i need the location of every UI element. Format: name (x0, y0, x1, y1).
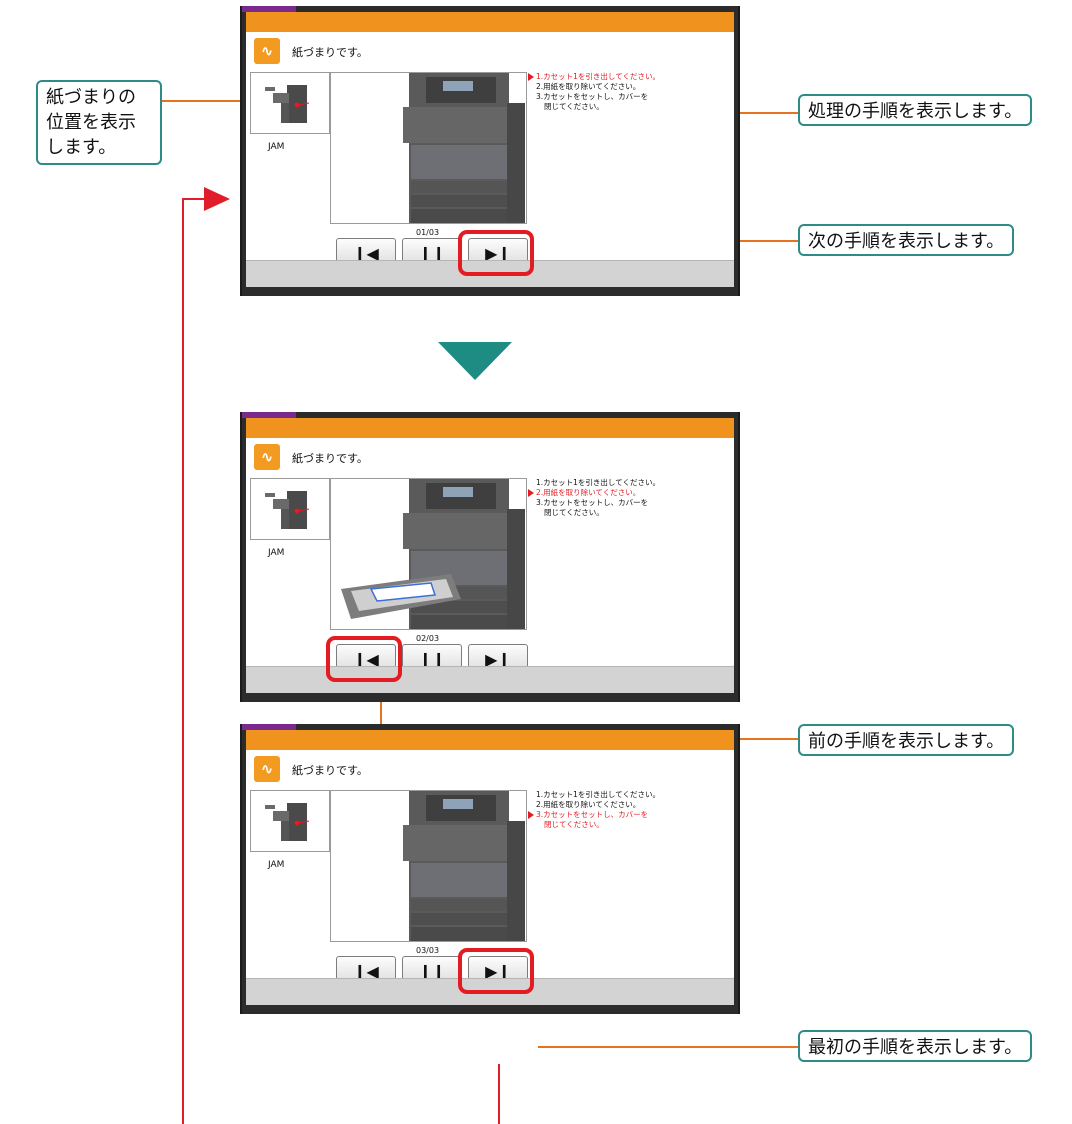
procedure-steps: 1.カセット1を引き出してください。 2.用紙を取り除いてください。 3.カセットを… (536, 478, 660, 518)
step-line: 2.用紙を取り除いてください。 (536, 488, 641, 497)
current-step-marker (528, 489, 534, 497)
jam-label: JAM (268, 548, 285, 558)
leader-first-step (538, 1046, 798, 1048)
copier-illustration (341, 479, 525, 629)
highlight-next-button (458, 948, 534, 994)
jam-location-thumbnail (265, 491, 310, 529)
loop-arrow-horizontal (182, 198, 206, 200)
jam-location-thumb[interactable] (250, 790, 330, 852)
step-line: 2.用紙を取り除いてください。 (536, 82, 641, 91)
copier-illustration (403, 791, 525, 941)
current-step-marker (528, 811, 534, 819)
callout-jam-location: 紙づまりの位置を表示します。 (36, 80, 162, 165)
screen-title: 紙づまりです。 (292, 46, 368, 59)
step-line: 1.カセット1を引き出してください。 (536, 478, 660, 487)
procedure-image (330, 790, 527, 942)
jam-label: JAM (268, 142, 285, 152)
callout-next-step: 次の手順を表示します。 (798, 224, 1015, 256)
bottom-bar (246, 666, 734, 693)
device-panel-2: ∿ 紙づまりです。 JAM 1.カセット1を引き出してください。 2.用紙を取り除… (240, 412, 740, 702)
leader-next-to-loop (498, 1064, 500, 1124)
step-line: 2.用紙を取り除いてください。 (536, 800, 641, 809)
screen: ∿ 紙づまりです。 JAM 1.カセット1を引き出してください。 2.用紙を取り除… (246, 438, 734, 674)
step-line: 3.カセットをセットし、カバーを (536, 498, 649, 507)
callout-first-step: 最初の手順を表示します。 (798, 1030, 1033, 1062)
step-line: 閉じてください。 (544, 820, 604, 829)
step-line: 1.カセット1を引き出してください。 (536, 790, 660, 799)
jam-location-thumbnail (265, 85, 310, 123)
procedure-image (330, 72, 527, 224)
alert-bar (246, 12, 734, 32)
screen-title: 紙づまりです。 (292, 452, 368, 465)
procedure-steps: 1.カセット1を引き出してください。 2.用紙を取り除いてください。 3.カセットを… (536, 790, 660, 830)
highlight-next-button (458, 230, 534, 276)
paper-jam-icon: ∿ (254, 38, 280, 64)
flow-arrow-down-1 (438, 342, 512, 380)
step-line: 3.カセットをセットし、カバーを (536, 810, 649, 819)
jam-location-thumb[interactable] (250, 72, 330, 134)
step-line: 3.カセットをセットし、カバーを (536, 92, 649, 101)
screen: ∿ 紙づまりです。 JAM 1.カセット1を引き出してください。 2.用紙を取り除… (246, 32, 734, 268)
jam-location-thumbnail (265, 803, 310, 841)
leader-jam-location (162, 100, 246, 102)
step-counter: 01/03 (416, 228, 440, 237)
alert-bar (246, 418, 734, 438)
step-line: 閉じてください。 (544, 102, 604, 111)
current-step-marker (528, 73, 534, 81)
alert-bar (246, 730, 734, 750)
callout-procedure: 処理の手順を表示します。 (798, 94, 1033, 126)
procedure-image (330, 478, 527, 630)
screen: ∿ 紙づまりです。 JAM 1.カセット1を引き出してください。 2.用紙を取り除… (246, 750, 734, 986)
jam-label: JAM (268, 860, 285, 870)
copier-illustration (403, 73, 525, 223)
step-counter: 03/03 (416, 946, 440, 955)
screen-title: 紙づまりです。 (292, 764, 368, 777)
loop-arrow-vertical (182, 198, 184, 1124)
paper-jam-icon: ∿ (254, 756, 280, 782)
highlight-prev-button (326, 636, 402, 682)
step-counter: 02/03 (416, 634, 440, 643)
step-line: 閉じてください。 (544, 508, 604, 517)
procedure-steps: 1.カセット1を引き出してください。 2.用紙を取り除いてください。 3.カセットを… (536, 72, 660, 112)
loop-arrow-head (204, 187, 230, 211)
callout-prev-step: 前の手順を表示します。 (798, 724, 1015, 756)
jam-location-thumb[interactable] (250, 478, 330, 540)
paper-jam-icon: ∿ (254, 444, 280, 470)
step-line: 1.カセット1を引き出してください。 (536, 72, 660, 81)
